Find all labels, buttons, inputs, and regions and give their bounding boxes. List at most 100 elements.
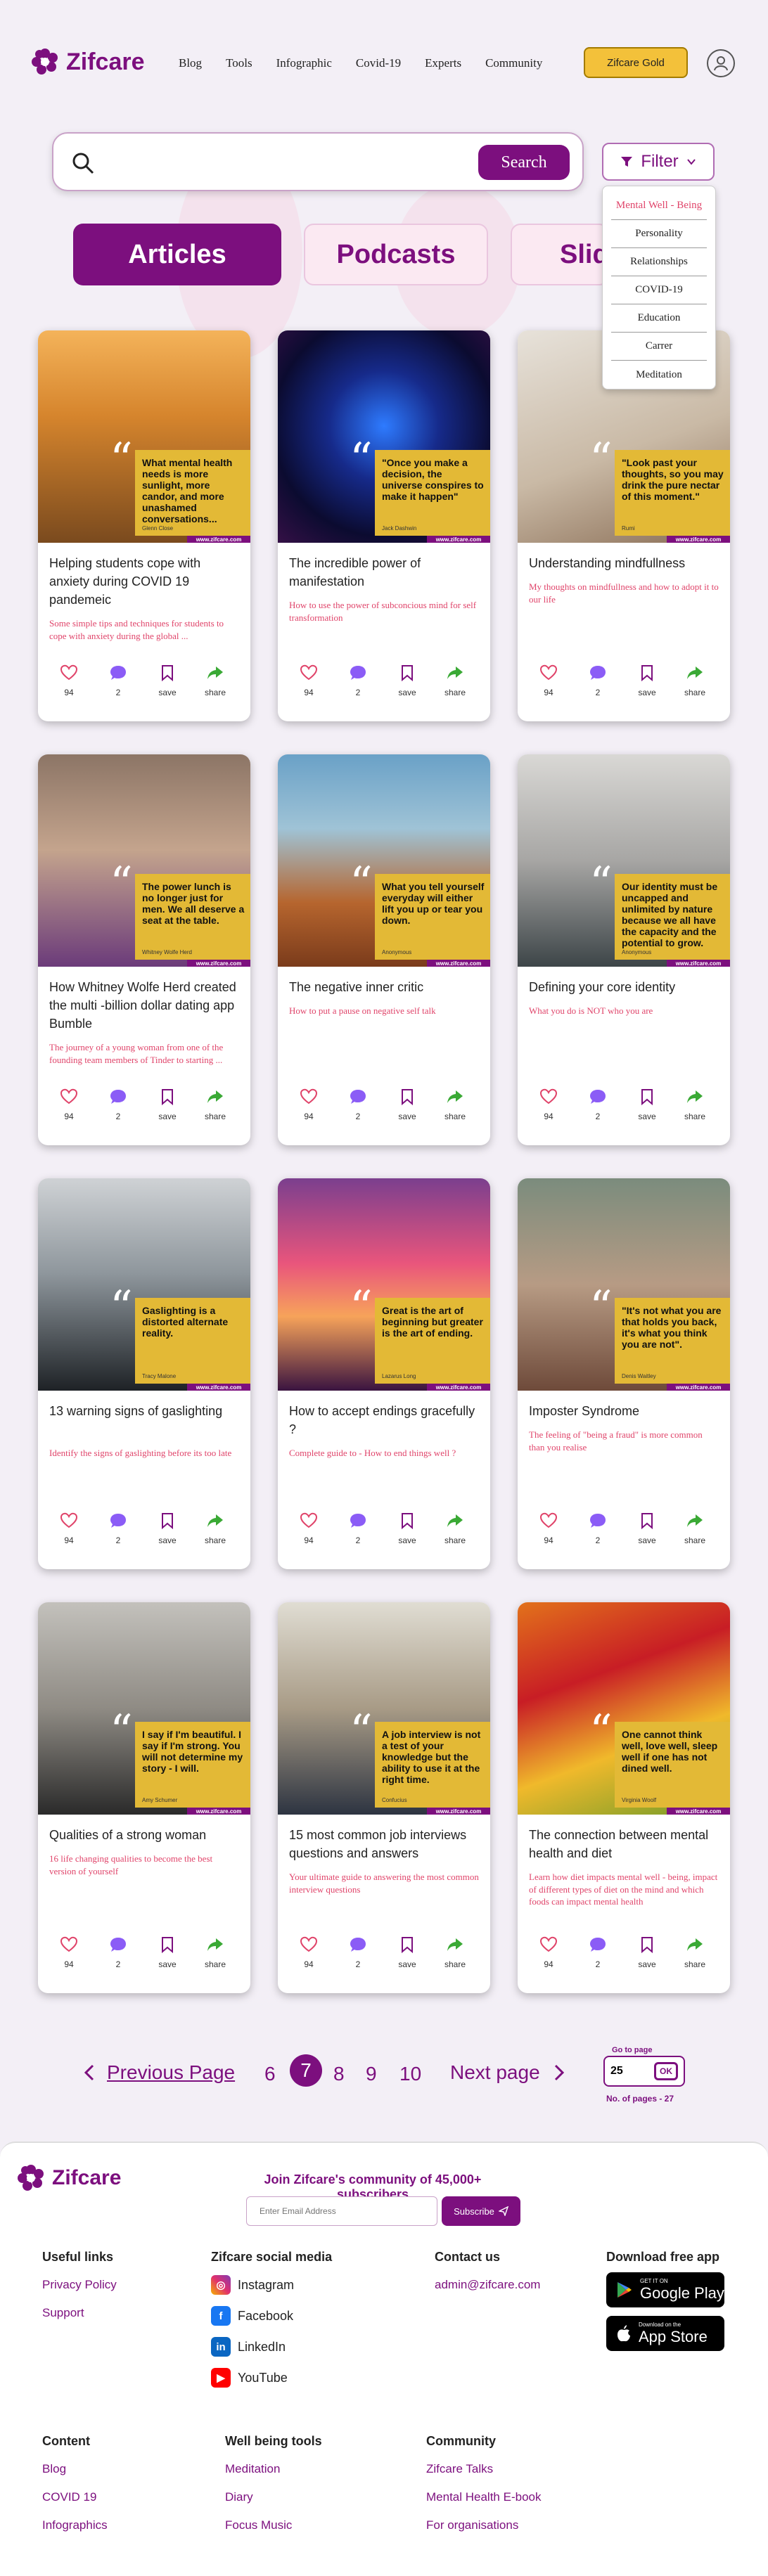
footer-logo[interactable]: Zifcare — [17, 2164, 121, 2192]
filter-option-education[interactable]: Education — [611, 304, 707, 333]
content-covid-link[interactable]: COVID 19 — [42, 2490, 96, 2504]
search-button[interactable]: Search — [478, 145, 570, 180]
comment-button[interactable]: 2 — [97, 1936, 139, 1971]
article-image[interactable]: “I say if I'm beautiful. I say if I'm st… — [38, 1602, 250, 1815]
comment-button[interactable]: 2 — [337, 1088, 379, 1123]
comment-button[interactable]: 2 — [577, 1936, 619, 1971]
comment-button[interactable]: 2 — [577, 664, 619, 699]
page-6[interactable]: 6 — [264, 2063, 276, 2085]
article-title[interactable]: Qualities of a strong woman — [49, 1826, 241, 1844]
nav-covid[interactable]: Covid-19 — [356, 56, 401, 70]
comment-button[interactable]: 2 — [337, 1936, 379, 1971]
filter-option-mental-wellbeing[interactable]: Mental Well - Being — [611, 192, 707, 220]
article-title[interactable]: The negative inner critic — [289, 978, 480, 996]
nav-blog[interactable]: Blog — [179, 56, 202, 70]
article-card[interactable]: “A job interview is not a test of your k… — [278, 1602, 490, 1993]
article-title[interactable]: Helping students cope with anxiety durin… — [49, 554, 241, 609]
share-button[interactable]: share — [434, 664, 476, 699]
like-button[interactable]: 94 — [48, 664, 90, 699]
filter-option-covid[interactable]: COVID-19 — [611, 276, 707, 304]
share-button[interactable]: share — [194, 664, 236, 699]
article-card[interactable]: “"It's not what you are that holds you b… — [518, 1178, 730, 1569]
content-infographics-link[interactable]: Infographics — [42, 2518, 108, 2532]
tab-articles[interactable]: Articles — [73, 224, 281, 285]
like-button[interactable]: 94 — [48, 1512, 90, 1547]
comment-button[interactable]: 2 — [577, 1512, 619, 1547]
page-9[interactable]: 9 — [366, 2063, 377, 2085]
tools-diary-link[interactable]: Diary — [225, 2490, 253, 2504]
article-title[interactable]: Defining your core identity — [529, 978, 720, 996]
article-image[interactable]: “A job interview is not a test of your k… — [278, 1602, 490, 1815]
like-button[interactable]: 94 — [527, 1512, 570, 1547]
filter-option-relationships[interactable]: Relationships — [611, 248, 707, 276]
community-ebook-link[interactable]: Mental Health E-book — [426, 2490, 541, 2504]
article-image[interactable]: “ Great is the art of beginning but great… — [278, 1178, 490, 1391]
instagram-link[interactable]: ◎ Instagram — [211, 2275, 294, 2295]
zifcare-gold-button[interactable]: Zifcare Gold — [584, 47, 688, 78]
article-image[interactable]: “What mental health needs is more sunlig… — [38, 330, 250, 543]
share-button[interactable]: share — [194, 1936, 236, 1971]
save-button[interactable]: save — [146, 1088, 188, 1123]
article-card[interactable]: “One cannot think well, love well, sleep… — [518, 1602, 730, 1993]
article-image[interactable]: “ Gaslighting is a distorted alternate re… — [38, 1178, 250, 1391]
save-button[interactable]: save — [626, 664, 668, 699]
filter-option-meditation[interactable]: Meditation — [611, 361, 707, 389]
article-card[interactable]: “What mental health needs is more sunlig… — [38, 330, 250, 721]
comment-button[interactable]: 2 — [577, 1088, 619, 1123]
article-image[interactable]: “What you tell yourself everyday will ei… — [278, 754, 490, 967]
save-button[interactable]: save — [386, 1936, 428, 1971]
article-title[interactable]: The incredible power of manifestation — [289, 554, 480, 591]
linkedin-link[interactable]: in LinkedIn — [211, 2337, 286, 2357]
share-button[interactable]: share — [434, 1512, 476, 1547]
filter-option-personality[interactable]: Personality — [611, 220, 707, 248]
article-card[interactable]: “I say if I'm beautiful. I say if I'm st… — [38, 1602, 250, 1993]
previous-page-button[interactable]: Previous Page — [83, 2061, 235, 2084]
article-card[interactable]: “"Once you make a decision, the universe… — [278, 330, 490, 721]
comment-button[interactable]: 2 — [337, 664, 379, 699]
article-title[interactable]: The connection between mental health and… — [529, 1826, 720, 1862]
save-button[interactable]: save — [146, 1936, 188, 1971]
support-link[interactable]: Support — [42, 2306, 84, 2320]
article-image[interactable]: “The power lunch is no longer just for m… — [38, 754, 250, 967]
nav-infographic[interactable]: Infographic — [276, 56, 332, 70]
facebook-link[interactable]: f Facebook — [211, 2306, 293, 2326]
article-card[interactable]: “ Gaslighting is a distorted alternate re… — [38, 1178, 250, 1569]
page-7-current[interactable]: 7 — [290, 2054, 322, 2087]
tools-meditation-link[interactable]: Meditation — [225, 2462, 280, 2476]
article-title[interactable]: Imposter Syndrome — [529, 1402, 720, 1420]
comment-button[interactable]: 2 — [97, 664, 139, 699]
filter-option-carrer[interactable]: Carrer — [611, 333, 707, 361]
goto-page-input[interactable] — [610, 2063, 646, 2080]
like-button[interactable]: 94 — [527, 1088, 570, 1123]
search-input[interactable] — [110, 146, 518, 180]
save-button[interactable]: save — [626, 1512, 668, 1547]
article-image[interactable]: “"It's not what you are that holds you b… — [518, 1178, 730, 1391]
article-title[interactable]: Understanding mindfullness — [529, 554, 720, 572]
article-title[interactable]: How Whitney Wolfe Herd created the multi… — [49, 978, 241, 1033]
logo[interactable]: Zifcare — [31, 48, 145, 76]
like-button[interactable]: 94 — [527, 1936, 570, 1971]
save-button[interactable]: save — [626, 1088, 668, 1123]
share-button[interactable]: share — [674, 1088, 716, 1123]
article-card[interactable]: “Our identity must be uncapped and unlim… — [518, 754, 730, 1145]
like-button[interactable]: 94 — [288, 664, 330, 699]
like-button[interactable]: 94 — [288, 1936, 330, 1971]
like-button[interactable]: 94 — [48, 1088, 90, 1123]
article-card[interactable]: “What you tell yourself everyday will ei… — [278, 754, 490, 1145]
page-10[interactable]: 10 — [399, 2063, 421, 2085]
share-button[interactable]: share — [194, 1088, 236, 1123]
like-button[interactable]: 94 — [288, 1512, 330, 1547]
email-field[interactable] — [246, 2196, 437, 2226]
tools-focus-music-link[interactable]: Focus Music — [225, 2518, 292, 2532]
save-button[interactable]: save — [386, 1088, 428, 1123]
youtube-link[interactable]: ▶ YouTube — [211, 2368, 288, 2388]
tab-podcasts[interactable]: Podcasts — [304, 224, 488, 285]
share-button[interactable]: share — [674, 1512, 716, 1547]
article-title[interactable]: How to accept endings gracefully ? — [289, 1402, 480, 1438]
page-8[interactable]: 8 — [333, 2063, 345, 2085]
subscribe-button[interactable]: Subscribe — [442, 2196, 520, 2226]
filter-button[interactable]: Filter — [602, 143, 715, 181]
community-organisations-link[interactable]: For organisations — [426, 2518, 518, 2532]
next-page-button[interactable]: Next page — [450, 2061, 565, 2084]
google-play-button[interactable]: GET IT ON Google Play — [606, 2272, 724, 2307]
